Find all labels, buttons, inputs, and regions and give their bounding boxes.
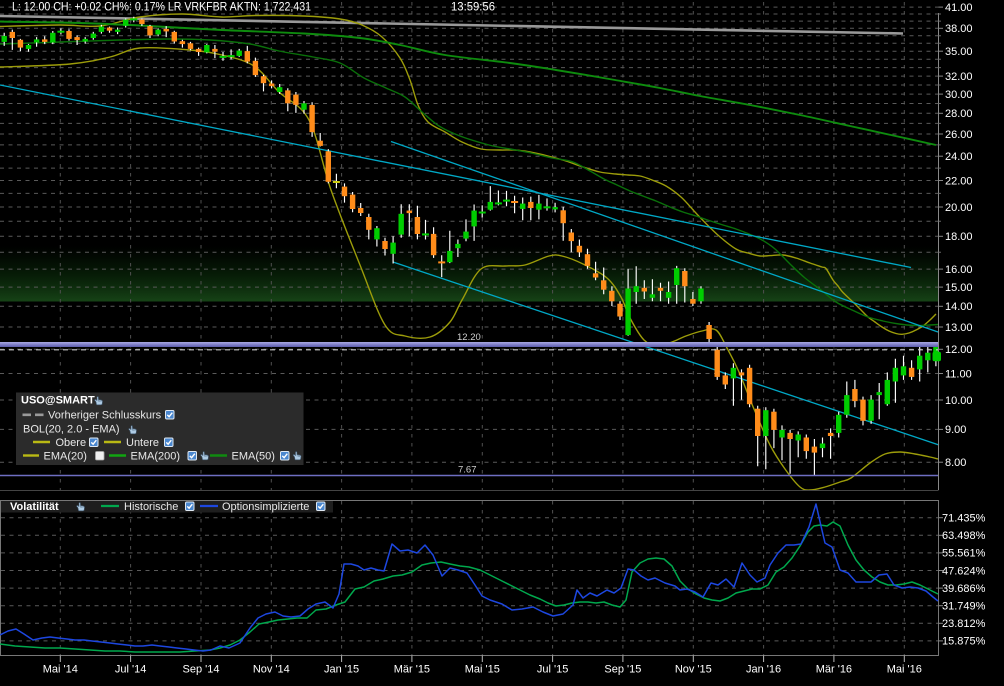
svg-text:Jul '14: Jul '14 — [115, 664, 146, 676]
svg-text:7.67: 7.67 — [458, 465, 477, 476]
svg-text:55.561%: 55.561% — [942, 548, 986, 560]
svg-text:22.00: 22.00 — [945, 175, 973, 187]
svg-text:28.00: 28.00 — [945, 108, 973, 120]
svg-text:EMA(200): EMA(200) — [131, 451, 181, 463]
svg-text:38.00: 38.00 — [945, 23, 973, 35]
svg-text:16.00: 16.00 — [945, 264, 973, 276]
svg-text:Untere: Untere — [126, 437, 159, 449]
svg-text:13.00: 13.00 — [945, 322, 973, 334]
svg-text:41.00: 41.00 — [945, 2, 973, 14]
svg-text:Mai '16: Mai '16 — [887, 664, 922, 676]
svg-text:18.00: 18.00 — [945, 231, 973, 243]
svg-text:26.00: 26.00 — [945, 129, 973, 141]
svg-text:Jul '15: Jul '15 — [537, 664, 568, 676]
svg-text:8.00: 8.00 — [945, 457, 966, 469]
svg-text:47.624%: 47.624% — [942, 565, 986, 577]
svg-text:Vorheriger Schlusskurs: Vorheriger Schlusskurs — [48, 410, 162, 422]
svg-text:L: 12.00 CH: +0.02 CH%: 0.17%: L: 12.00 CH: +0.02 CH%: 0.17% LR VRKFBR … — [12, 0, 311, 14]
svg-text:15.00: 15.00 — [945, 282, 973, 294]
svg-text:Nov '15: Nov '15 — [675, 664, 712, 676]
svg-text:12.20: 12.20 — [457, 332, 481, 343]
svg-text:Mär '16: Mär '16 — [816, 664, 852, 676]
svg-text:12.00: 12.00 — [945, 344, 973, 356]
svg-text:23.812%: 23.812% — [942, 618, 986, 630]
svg-text:EMA(50): EMA(50) — [232, 451, 275, 463]
svg-text:71.435%: 71.435% — [942, 513, 986, 525]
svg-text:Volatilität: Volatilität — [10, 501, 59, 513]
svg-text:Jan '16: Jan '16 — [746, 664, 781, 676]
svg-text:13:59:56: 13:59:56 — [451, 0, 495, 14]
svg-text:30.00: 30.00 — [945, 89, 973, 101]
svg-text:63.498%: 63.498% — [942, 530, 986, 542]
svg-text:11.00: 11.00 — [945, 368, 972, 380]
svg-text:Mai '14: Mai '14 — [43, 664, 78, 676]
svg-text:14.00: 14.00 — [945, 301, 973, 313]
svg-text:Jan '15: Jan '15 — [324, 664, 359, 676]
svg-text:31.749%: 31.749% — [942, 601, 986, 613]
svg-text:Mai '15: Mai '15 — [465, 664, 500, 676]
svg-text:EMA(20): EMA(20) — [44, 451, 87, 463]
svg-text:Optionsimplizierte: Optionsimplizierte — [222, 501, 309, 513]
svg-text:Historische: Historische — [124, 501, 178, 513]
svg-text:32.00: 32.00 — [945, 71, 973, 83]
svg-text:35.00: 35.00 — [945, 46, 973, 58]
svg-text:Nov '14: Nov '14 — [253, 664, 290, 676]
svg-text:Mär '15: Mär '15 — [394, 664, 430, 676]
svg-text:BOL(20, 2.0 - EMA): BOL(20, 2.0 - EMA) — [23, 424, 120, 436]
svg-text:15.875%: 15.875% — [942, 636, 986, 648]
svg-text:Sep '15: Sep '15 — [604, 664, 641, 676]
svg-text:20.00: 20.00 — [945, 202, 973, 214]
svg-text:24.00: 24.00 — [945, 151, 973, 163]
svg-text:10.00: 10.00 — [945, 395, 973, 407]
svg-text:Sep '14: Sep '14 — [183, 664, 220, 676]
svg-text:USO@SMART: USO@SMART — [21, 395, 95, 407]
svg-text:39.686%: 39.686% — [942, 583, 986, 595]
svg-text:9.00: 9.00 — [945, 424, 966, 436]
svg-text:Obere: Obere — [56, 437, 87, 449]
